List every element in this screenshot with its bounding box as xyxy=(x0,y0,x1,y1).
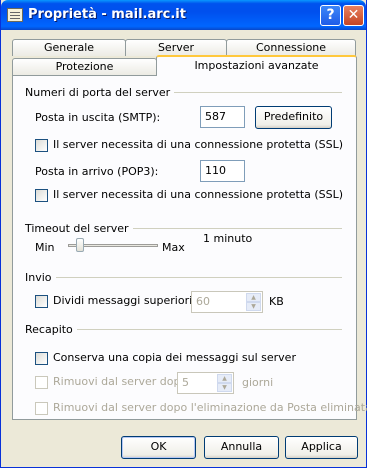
split-size-value: 60 xyxy=(196,295,210,308)
remove-after-unit: giorni xyxy=(242,376,274,389)
delivery-group-title: Recapito xyxy=(25,323,77,336)
remove-on-delete-label: Rimuovi dal server dopo l'eliminazione d… xyxy=(53,401,367,414)
timeout-group-title: Timeout del server xyxy=(25,222,133,235)
tab-protezione[interactable]: Protezione xyxy=(12,58,157,75)
remove-after-checkbox xyxy=(35,376,48,389)
divider xyxy=(26,277,342,278)
advanced-settings-panel: Numeri di porta del server Posta in usci… xyxy=(12,75,367,420)
pop3-label: Posta in arrivo (POP3): xyxy=(35,165,159,178)
smtp-ssl-checkbox[interactable] xyxy=(35,139,48,152)
smtp-ssl-label: Il server necessita di una connessione p… xyxy=(53,138,344,151)
spin-up-icon: ▲ xyxy=(246,293,261,302)
close-button[interactable]: ✕ xyxy=(343,5,364,26)
spin-up-icon: ▲ xyxy=(217,374,232,383)
ok-button[interactable]: OK xyxy=(121,436,196,459)
spin-down-icon: ▼ xyxy=(246,302,261,311)
timeout-slider-thumb[interactable] xyxy=(76,238,85,252)
tab-impostazioni-avanzate[interactable]: Impostazioni avanzate xyxy=(156,55,357,76)
split-size-spinner: 60 ▲ ▼ xyxy=(191,291,263,313)
pop3-port-input[interactable]: 110 xyxy=(200,160,245,182)
tab-server[interactable]: Server xyxy=(125,39,227,56)
title-bar[interactable]: Proprietà - mail.arc.it ? ✕ xyxy=(1,0,366,30)
help-button[interactable]: ? xyxy=(320,5,341,26)
tab-generale[interactable]: Generale xyxy=(12,39,126,56)
ports-group-title: Numeri di porta del server xyxy=(25,86,175,99)
properties-dialog: Proprietà - mail.arc.it ? ✕ Generale Ser… xyxy=(0,0,367,468)
window-title: Proprietà - mail.arc.it xyxy=(28,7,186,22)
tab-connessione[interactable]: Connessione xyxy=(226,39,356,56)
split-messages-label: Dividi messaggi superiori a xyxy=(53,294,203,307)
cancel-button[interactable]: Annulla xyxy=(204,436,279,459)
timeout-max-label: Max xyxy=(162,241,185,254)
smtp-port-input[interactable]: 587 xyxy=(200,106,245,128)
timeout-min-label: Min xyxy=(35,241,55,254)
spin-down-icon: ▼ xyxy=(217,383,232,392)
keep-copy-checkbox[interactable] xyxy=(35,352,48,365)
send-group-title: Invio xyxy=(25,271,56,284)
pop3-ssl-checkbox[interactable] xyxy=(35,189,48,202)
split-size-unit: KB xyxy=(269,295,284,308)
split-size-arrows: ▲ ▼ xyxy=(246,293,261,311)
apply-button[interactable]: Applica xyxy=(285,436,358,459)
default-button[interactable]: Predefinito xyxy=(255,106,332,129)
remove-on-delete-checkbox xyxy=(35,402,48,415)
remove-after-value: 5 xyxy=(182,376,189,389)
account-properties-icon xyxy=(7,8,23,22)
smtp-label: Posta in uscita (SMTP): xyxy=(35,111,161,124)
split-messages-checkbox[interactable] xyxy=(35,295,48,308)
pop3-ssl-label: Il server necessita di una connessione p… xyxy=(53,188,344,201)
remove-after-spinner: 5 ▲ ▼ xyxy=(177,372,234,394)
remove-after-arrows: ▲ ▼ xyxy=(217,374,232,392)
keep-copy-label: Conserva una copia dei messaggi sul serv… xyxy=(53,351,296,364)
timeout-value: 1 minuto xyxy=(203,232,253,245)
remove-after-label: Rimuovi dal server dopo xyxy=(53,375,188,388)
